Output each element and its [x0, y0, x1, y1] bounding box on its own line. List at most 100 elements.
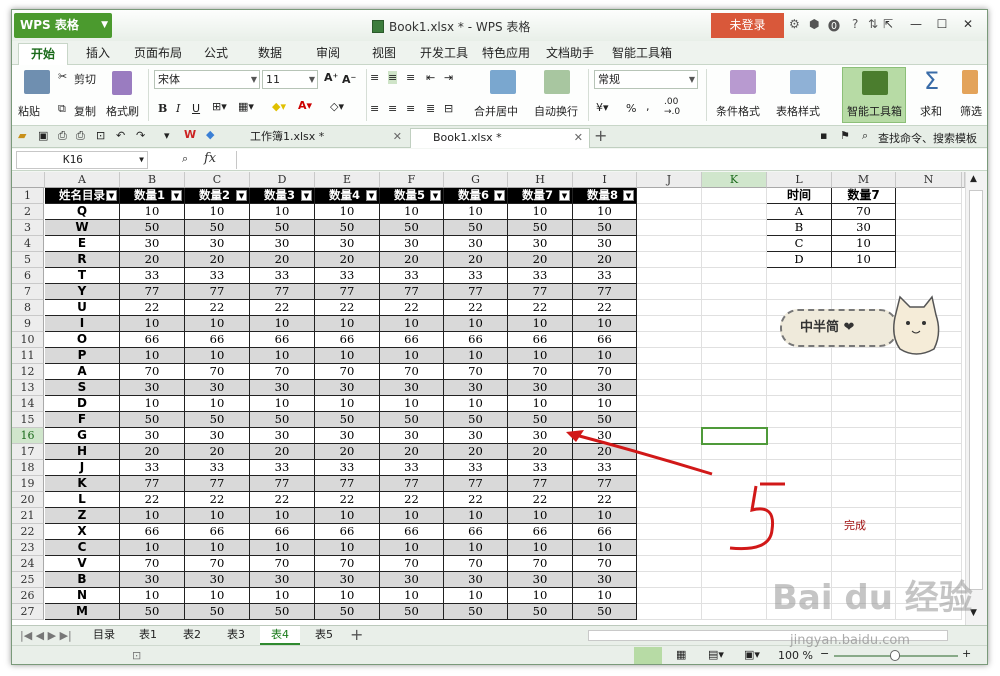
- table-cell[interactable]: 10: [315, 316, 380, 332]
- decrease-font-icon[interactable]: A⁻: [342, 73, 356, 86]
- table-cell[interactable]: 70: [250, 364, 315, 380]
- grid-cell[interactable]: [702, 236, 767, 252]
- table-cell[interactable]: 30: [508, 572, 573, 588]
- grid-cell[interactable]: [896, 268, 962, 284]
- table-cell[interactable]: 20: [185, 252, 250, 268]
- table-cell[interactable]: 20: [380, 444, 444, 460]
- align-left-icon[interactable]: ≡: [370, 102, 379, 115]
- grid-cell[interactable]: [637, 252, 702, 268]
- grid-cell[interactable]: [637, 476, 702, 492]
- sheet-grid[interactable]: A B C D E F G H I J K L M N 1 姓名目录 ▼ 数量1 ▼ 数量2 ▼ 数量3 ▼ 数量4 ▼ 数量5 ▼…: [12, 172, 965, 625]
- table-cell[interactable]: 66: [185, 332, 250, 348]
- tab-page-layout[interactable]: 页面布局: [128, 43, 188, 65]
- tab-smart-toolbox[interactable]: 智能工具箱: [606, 43, 678, 65]
- align-bottom-icon[interactable]: ≡: [406, 71, 415, 84]
- table-cell[interactable]: 30: [120, 380, 185, 396]
- table-cell[interactable]: 20: [315, 252, 380, 268]
- sheet-tab-2[interactable]: 表2: [172, 626, 212, 645]
- app-menu-button[interactable]: WPS 表格 ▼: [14, 13, 112, 38]
- table-cell[interactable]: 77: [444, 284, 508, 300]
- table-cell[interactable]: 70: [380, 556, 444, 572]
- grid-cell[interactable]: [702, 444, 767, 460]
- doc-tab-book1[interactable]: Book1.xlsx * ✕: [410, 128, 590, 148]
- flag-icon[interactable]: ⚑: [840, 129, 850, 142]
- grid-cell[interactable]: [832, 492, 896, 508]
- table-cell[interactable]: 30: [380, 572, 444, 588]
- table-cell[interactable]: R: [45, 252, 120, 268]
- row-header[interactable]: 12: [12, 364, 44, 380]
- page-break-view-icon[interactable]: ▦: [676, 648, 686, 661]
- table-cell[interactable]: 70: [444, 364, 508, 380]
- sheet-nav-icon[interactable]: |◀ ◀ ▶ ▶|: [20, 629, 72, 642]
- row-header[interactable]: 22: [12, 524, 44, 540]
- grid-cell[interactable]: [637, 460, 702, 476]
- table-cell[interactable]: 50: [250, 604, 315, 620]
- tab-doc-assistant[interactable]: 文档助手: [542, 43, 598, 65]
- underline-button[interactable]: U: [192, 102, 200, 115]
- table-cell[interactable]: 10: [250, 508, 315, 524]
- grid-cell[interactable]: [767, 540, 832, 556]
- table-cell[interactable]: 70: [315, 556, 380, 572]
- table-cell[interactable]: 30: [444, 428, 508, 444]
- table-cell[interactable]: 77: [315, 476, 380, 492]
- grid-cell[interactable]: [896, 252, 962, 268]
- table-cell[interactable]: 33: [120, 268, 185, 284]
- comma-button[interactable]: ,: [646, 100, 650, 113]
- grid-cell[interactable]: [637, 332, 702, 348]
- font-size-select[interactable]: 11 ▼: [262, 70, 318, 89]
- grid-cell[interactable]: [637, 380, 702, 396]
- table-cell[interactable]: 10: [185, 396, 250, 412]
- undo-icon[interactable]: ↶: [116, 129, 125, 142]
- grid-cell[interactable]: [896, 380, 962, 396]
- table-cell[interactable]: 10: [380, 508, 444, 524]
- grid-cell[interactable]: [896, 396, 962, 412]
- grid-cell[interactable]: [637, 348, 702, 364]
- table-header-cell[interactable]: 数量6 ▼: [444, 188, 508, 204]
- row-header[interactable]: 1: [12, 188, 44, 204]
- table-cell[interactable]: 66: [250, 332, 315, 348]
- italic-button[interactable]: I: [176, 102, 180, 115]
- quick-access-dropdown-icon[interactable]: ▾: [164, 129, 170, 142]
- pin-icon[interactable]: ▪: [820, 129, 827, 142]
- table-cell[interactable]: J: [45, 460, 120, 476]
- table-cell[interactable]: 10: [315, 396, 380, 412]
- grid-cell[interactable]: [832, 540, 896, 556]
- filter-dropdown-icon[interactable]: ▼: [171, 190, 182, 201]
- grid-cell[interactable]: [702, 604, 767, 620]
- row-header[interactable]: 16: [12, 428, 44, 444]
- table-cell[interactable]: 10: [250, 540, 315, 556]
- table-cell[interactable]: 66: [444, 524, 508, 540]
- search-icon[interactable]: ⌕: [862, 129, 868, 143]
- table-cell[interactable]: 22: [250, 300, 315, 316]
- scroll-thumb[interactable]: [969, 190, 983, 590]
- row-header[interactable]: 18: [12, 460, 44, 476]
- tab-view[interactable]: 视图: [366, 43, 402, 65]
- sheet-tab-5[interactable]: 表5: [304, 626, 344, 645]
- table-cell[interactable]: 22: [315, 492, 380, 508]
- table-cell[interactable]: 30: [185, 236, 250, 252]
- table-cell[interactable]: T: [45, 268, 120, 284]
- table-cell[interactable]: 33: [508, 268, 573, 284]
- grid-cell[interactable]: [767, 492, 832, 508]
- grid-cell[interactable]: [637, 412, 702, 428]
- grid-cell[interactable]: [637, 428, 702, 444]
- table-cell[interactable]: F: [45, 412, 120, 428]
- column-header[interactable]: D: [250, 172, 315, 188]
- table-cell[interactable]: 66: [573, 524, 637, 540]
- table-cell[interactable]: 20: [573, 252, 637, 268]
- table-cell[interactable]: 30: [573, 236, 637, 252]
- table-cell[interactable]: 30: [315, 572, 380, 588]
- filter-dropdown-icon[interactable]: ▼: [301, 190, 312, 201]
- font-color-icon[interactable]: A▾: [298, 99, 312, 112]
- table-cell[interactable]: V: [45, 556, 120, 572]
- tab-insert[interactable]: 插入: [80, 43, 116, 65]
- table-cell[interactable]: 10: [315, 204, 380, 220]
- grid-cell[interactable]: [637, 396, 702, 412]
- table-cell[interactable]: X: [45, 524, 120, 540]
- table-cell[interactable]: 10: [120, 204, 185, 220]
- row-header[interactable]: 5: [12, 252, 44, 268]
- grid-cell[interactable]: [702, 252, 767, 268]
- grid-cell[interactable]: [702, 300, 767, 316]
- table-cell[interactable]: 66: [315, 332, 380, 348]
- wrap-text-button[interactable]: 自动换行: [534, 103, 578, 119]
